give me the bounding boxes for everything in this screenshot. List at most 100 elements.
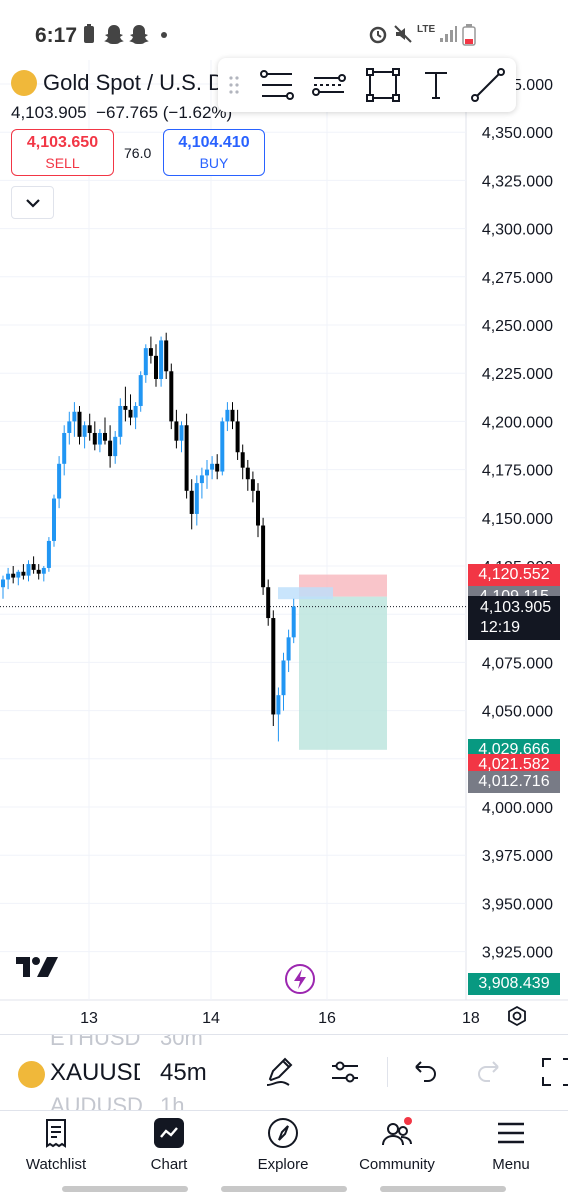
gesture-bar bbox=[221, 1186, 347, 1192]
fullscreen-icon[interactable] bbox=[540, 1055, 568, 1089]
candle bbox=[138, 371, 143, 412]
price-tick-label: 4,325.000 bbox=[482, 173, 553, 190]
time-tick-label: 14 bbox=[202, 1010, 220, 1027]
candle bbox=[189, 479, 194, 530]
symbol-title[interactable]: Gold Spot / U.S. Dollar bbox=[43, 70, 228, 96]
ghost-interval-above[interactable]: 30m bbox=[160, 1035, 203, 1051]
price-tick-label: 4,200.000 bbox=[482, 414, 553, 431]
candle bbox=[215, 454, 220, 480]
candle bbox=[62, 425, 67, 476]
time-axis[interactable]: 13 14 16 18 bbox=[80, 1010, 480, 1027]
candles bbox=[1, 332, 296, 742]
nav-community[interactable]: Community bbox=[342, 1111, 452, 1181]
candle bbox=[281, 652, 286, 711]
candle bbox=[87, 413, 92, 441]
buy-label: BUY bbox=[199, 155, 229, 171]
symbol-quote: 4,103.905 −67.765 (−1.62%) bbox=[11, 103, 232, 123]
nav-watchlist[interactable]: Watchlist bbox=[1, 1111, 111, 1181]
candle bbox=[184, 413, 189, 499]
sell-label: SELL bbox=[45, 155, 80, 171]
price-tick-label: 4,175.000 bbox=[482, 463, 553, 480]
parallel-channel-icon[interactable] bbox=[310, 66, 348, 104]
price-tick-label: 4,050.000 bbox=[482, 704, 553, 721]
candle bbox=[26, 560, 31, 582]
nav-label-chart: Chart bbox=[150, 1156, 188, 1173]
candle bbox=[261, 517, 266, 595]
nav-label-menu: Menu bbox=[492, 1156, 530, 1173]
chart-settings-icon[interactable] bbox=[506, 1005, 528, 1027]
candle bbox=[143, 344, 148, 383]
candle bbox=[46, 537, 51, 572]
price-tick-label: 4,275.000 bbox=[482, 270, 553, 287]
price-tag: 3,908.439 bbox=[468, 972, 560, 995]
take-profit-zone[interactable] bbox=[299, 596, 387, 750]
price-axis[interactable]: 4,375.0004,350.0004,325.0004,300.0004,27… bbox=[482, 77, 553, 962]
rectangle-tool-icon[interactable] bbox=[364, 66, 402, 104]
candle bbox=[256, 483, 260, 538]
buy-button[interactable]: 4,104.410 BUY bbox=[163, 129, 265, 176]
nav-menu[interactable]: Menu bbox=[456, 1111, 566, 1181]
candle bbox=[266, 579, 271, 626]
drag-handle-icon[interactable] bbox=[228, 75, 240, 95]
time-tick-label: 16 bbox=[318, 1010, 336, 1027]
candle bbox=[31, 556, 36, 574]
candle bbox=[57, 456, 62, 509]
symbol-logo-icon bbox=[11, 70, 37, 96]
indicators-icon[interactable] bbox=[328, 1055, 362, 1089]
nav-label-community: Community bbox=[359, 1156, 435, 1173]
ghost-interval-below[interactable]: 1h bbox=[160, 1093, 184, 1110]
nav-explore[interactable]: Explore bbox=[228, 1111, 338, 1181]
chart-icon bbox=[154, 1118, 184, 1148]
text-tool-icon[interactable] bbox=[417, 66, 455, 104]
ghost-symbol-below[interactable]: AUDUSD bbox=[50, 1093, 143, 1110]
price-tag: 4,120.552 bbox=[468, 563, 560, 586]
candle bbox=[77, 405, 82, 445]
price-tag: 4,012.716 bbox=[468, 771, 560, 794]
time-tick-label: 18 bbox=[462, 1010, 480, 1027]
candle bbox=[174, 409, 179, 449]
candle bbox=[148, 336, 153, 364]
price-tick-label: 4,350.000 bbox=[482, 125, 553, 142]
spread-value: 76.0 bbox=[124, 145, 152, 161]
candle bbox=[123, 386, 128, 422]
price-tick-label: 3,950.000 bbox=[482, 896, 553, 913]
trend-line-icon[interactable] bbox=[469, 66, 507, 104]
tradingview-logo-icon[interactable] bbox=[16, 955, 60, 979]
quick-actions-button[interactable] bbox=[285, 964, 315, 994]
fib-retracement-icon[interactable] bbox=[258, 66, 296, 104]
symbol-bar: ETHUSD 30m AUDUSD 1h XAUUSD 45m bbox=[0, 1034, 568, 1110]
candle bbox=[199, 467, 204, 499]
sell-button[interactable]: 4,103.650 SELL bbox=[11, 129, 114, 176]
drawing-toolbar bbox=[218, 58, 516, 112]
candle bbox=[52, 494, 56, 547]
interval-selector[interactable]: 45m bbox=[160, 1059, 207, 1087]
nav-label-watchlist: Watchlist bbox=[25, 1156, 87, 1173]
gold-coin-icon bbox=[18, 1061, 45, 1088]
chevron-down-icon bbox=[26, 199, 40, 208]
candle bbox=[235, 409, 240, 460]
candle bbox=[11, 566, 16, 584]
collapse-header-button[interactable] bbox=[11, 186, 54, 219]
candle bbox=[113, 431, 118, 464]
price-tick-label: 3,925.000 bbox=[482, 945, 553, 962]
candle bbox=[133, 402, 138, 430]
candle bbox=[1, 575, 5, 599]
undo-icon[interactable] bbox=[406, 1055, 440, 1089]
candle bbox=[16, 569, 21, 586]
candle bbox=[169, 363, 174, 430]
price-tick-label: 3,975.000 bbox=[482, 848, 553, 865]
symbol-selector[interactable]: XAUUSD bbox=[50, 1059, 140, 1087]
current-price-tag: 4,103.905 12:19 bbox=[468, 595, 560, 640]
nav-chart[interactable]: Chart bbox=[114, 1111, 224, 1181]
candle bbox=[230, 402, 235, 430]
ghost-symbol-above[interactable]: ETHUSD bbox=[50, 1035, 140, 1051]
compass-icon bbox=[268, 1118, 298, 1148]
lightning-icon bbox=[294, 969, 306, 989]
current-price: 4,103.905 bbox=[480, 598, 552, 616]
candle bbox=[6, 567, 11, 590]
bar-countdown: 12:19 bbox=[480, 618, 521, 636]
toolbar-divider bbox=[387, 1057, 388, 1087]
candle bbox=[97, 429, 102, 453]
candle bbox=[220, 417, 225, 476]
drawing-pen-icon[interactable] bbox=[262, 1055, 296, 1089]
